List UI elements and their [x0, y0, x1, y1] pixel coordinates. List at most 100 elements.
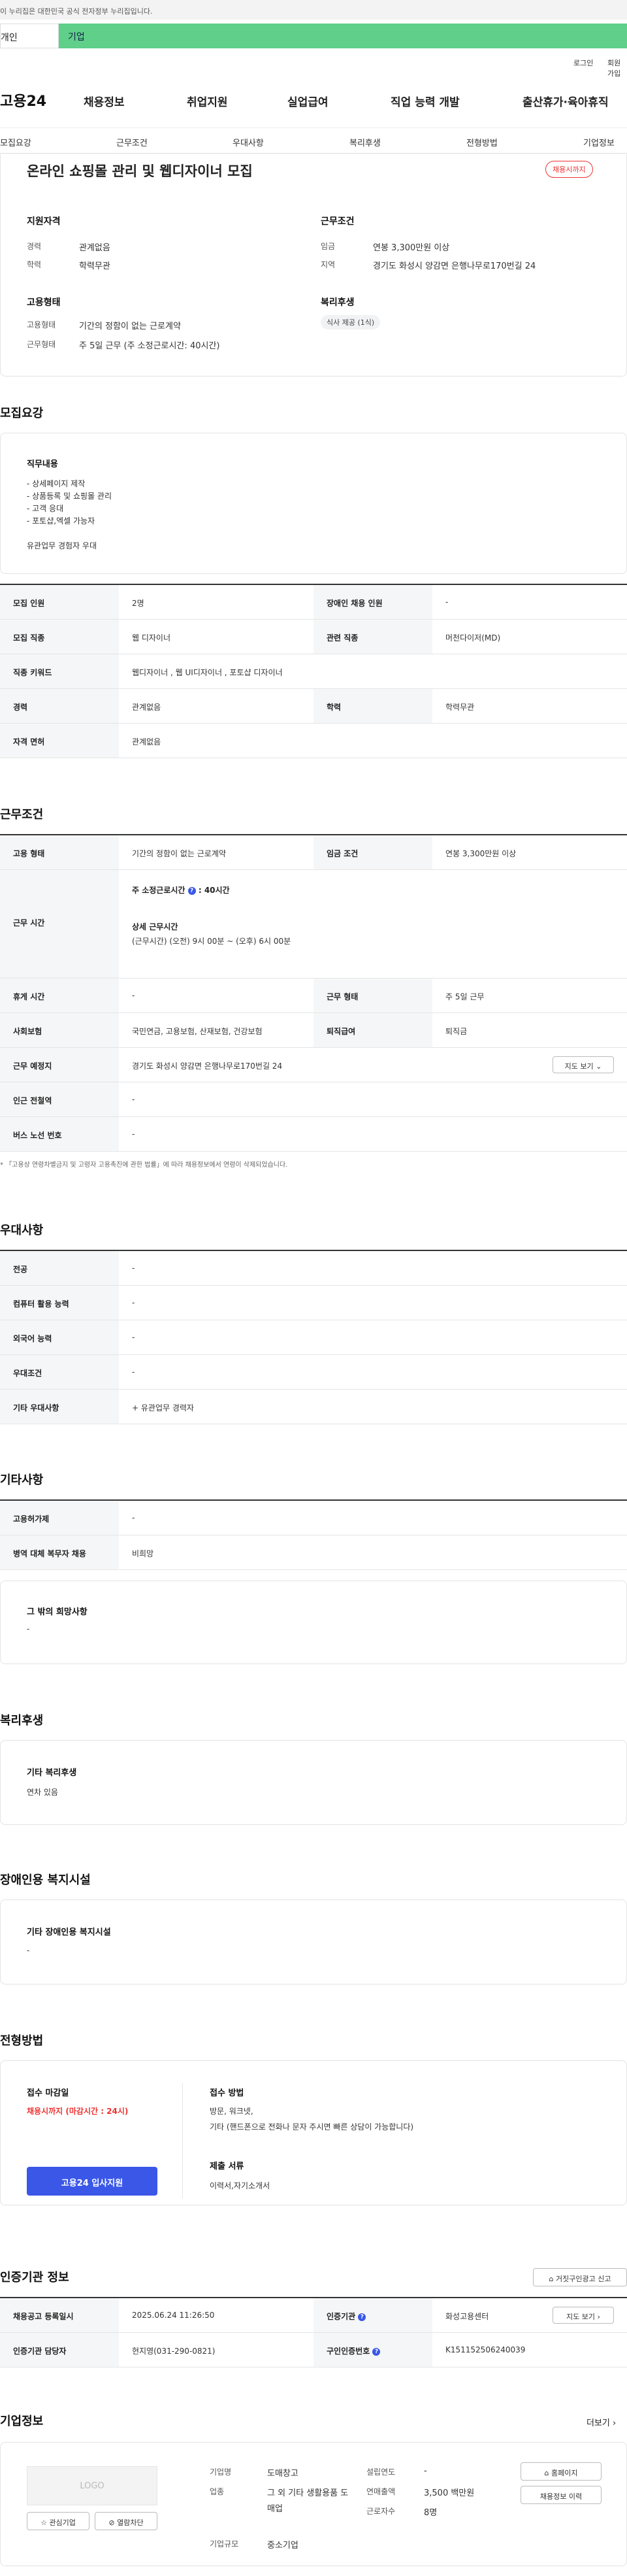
- help-icon[interactable]: ?: [358, 2313, 366, 2321]
- join-link[interactable]: 회원가입: [607, 58, 627, 78]
- help-icon[interactable]: ?: [372, 2347, 381, 2356]
- industry-value: 그 외 기타 생활용품 도매업: [267, 2488, 349, 2514]
- snb-recruit[interactable]: 모집요강: [0, 136, 31, 148]
- th: 우대조건: [0, 1355, 119, 1389]
- emp-title: 고용형태: [27, 297, 61, 308]
- tab-company[interactable]: 기업: [59, 24, 627, 48]
- recruit-heading: 모집요강: [0, 407, 44, 420]
- wage-label: 임금: [321, 242, 336, 251]
- td: 웹 디자이너: [132, 633, 171, 643]
- hours-main-value: : 40시간: [198, 886, 230, 895]
- gov-notice-text: 이 누리집은 대한민국 공식 전자정부 누리집입니다.: [0, 7, 153, 16]
- job-desc-title: 직무내용: [27, 460, 58, 469]
- block-label: 열람차단: [117, 2518, 144, 2527]
- apply-button[interactable]: 고용24 입사지원: [27, 2167, 157, 2196]
- size-label: 기업규모: [210, 2539, 239, 2549]
- block-button[interactable]: ⊘ 열람차단: [95, 2512, 157, 2530]
- conditions-table: 고용 형태 기간의 정함이 없는 근로계약 임금 조건 연봉 3,300만원 이…: [0, 834, 627, 1152]
- td: -: [132, 1513, 135, 1522]
- job-line: - 고객 응대: [27, 504, 64, 513]
- block-icon: ⊘: [108, 2518, 115, 2527]
- favorite-button[interactable]: ☆ 관심기업: [27, 2512, 89, 2530]
- th: 자격 면허: [0, 724, 119, 758]
- welfare-title: 복리후생: [321, 297, 355, 308]
- chevron-right-icon: ›: [597, 2313, 600, 2321]
- snb-company[interactable]: 기업정보: [583, 136, 615, 148]
- career-value: 관계없음: [79, 243, 110, 253]
- report-button[interactable]: ⌂ 거짓구인광고 신고: [533, 2268, 627, 2286]
- th: 인근 전철역: [0, 1082, 119, 1116]
- disabled-card: 기타 장애인용 복지시설 -: [0, 1899, 627, 1984]
- tab-individual[interactable]: 개인: [0, 24, 59, 48]
- th: 고용허가제: [0, 1501, 119, 1535]
- td: K151152506240039: [445, 2345, 526, 2354]
- help-icon[interactable]: ?: [187, 886, 196, 895]
- td: 비희망: [132, 1549, 154, 1558]
- agency-table: 채용공고 등록일시 2025.06.24 11:26:50 인증기관 ? 화성고…: [0, 2297, 627, 2367]
- agency-map-button[interactable]: 지도 보기 ›: [553, 2307, 614, 2324]
- gnb-unemployment-benefit[interactable]: 실업급여: [287, 93, 329, 109]
- td: 경기도 화성시 양감면 은행나무로170번길 24: [132, 1062, 283, 1071]
- method-2: 기타 (핸드폰으로 전화나 문자 주시면 빠른 상담이 가능합니다): [210, 2122, 414, 2132]
- age-note-text: 「고용상 연령차별금지 및 고령자 고용촉진에 관한 법률」에 따라 채용정보에…: [5, 1162, 288, 1169]
- docs-value: 이력서,자기소개서: [210, 2181, 270, 2190]
- divider: [182, 2083, 183, 2198]
- td: -: [445, 597, 449, 607]
- history-button[interactable]: 채용정보 이력: [521, 2486, 602, 2504]
- th: 전공: [0, 1251, 119, 1285]
- map-button[interactable]: 지도 보기 ⌄: [553, 1056, 614, 1073]
- method-1: 방문, 워크넷,: [210, 2107, 253, 2116]
- org-label: 인증기관: [327, 2312, 356, 2321]
- gov-notice-bar: 이 누리집은 대한민국 공식 전자정부 누리집입니다.: [0, 0, 627, 20]
- hours-detail: (근무시간) (오전) 9시 00분 ~ (오후) 6시 00분: [132, 937, 291, 946]
- map-button-label: 지도 보기: [564, 1062, 594, 1071]
- th: 모집 인원: [0, 585, 119, 619]
- gnb-employment-support[interactable]: 취업지원: [187, 93, 228, 109]
- th: 버스 노선 번호: [0, 1117, 119, 1151]
- docs-title: 제출 서류: [210, 2162, 244, 2171]
- more-label: 더보기: [587, 2418, 610, 2428]
- td: + 유관업무 경력자: [132, 1403, 194, 1413]
- more-link[interactable]: 더보기 ›: [587, 2416, 616, 2428]
- td: 머천다이저(MD): [445, 633, 501, 643]
- job-line: 유관업무 경험자 우대: [27, 541, 97, 550]
- td: 주 5일 근무: [445, 992, 485, 1001]
- td: 학력무관: [445, 703, 475, 712]
- gnb-jobs[interactable]: 채용정보: [84, 93, 125, 109]
- sales-value: 3,500 백만원: [424, 2488, 475, 2498]
- td: -: [132, 1129, 135, 1139]
- deadline-title: 접수 마감일: [27, 2088, 69, 2098]
- gnb-training[interactable]: 직업 능력 개발: [391, 93, 460, 109]
- td: 화성고용센터: [445, 2312, 489, 2321]
- disabled-card-title: 기타 장애인용 복지시설: [27, 1928, 111, 1937]
- td: 관계없음: [132, 737, 161, 746]
- welfare-card: 기타 복리후생 연차 있음: [0, 1740, 627, 1825]
- snb-prefer[interactable]: 우대사항: [233, 136, 264, 148]
- site-logo[interactable]: 고용24: [0, 90, 46, 110]
- td: -: [132, 1298, 135, 1307]
- th: 구인인증번호 ?: [314, 2333, 432, 2367]
- snb-process[interactable]: 전형방법: [466, 136, 498, 148]
- td: -: [132, 991, 135, 1000]
- homepage-label: 홈페이지: [551, 2469, 578, 2477]
- deadline-badge: 채용시까지: [545, 161, 593, 178]
- login-link[interactable]: 로그인: [573, 58, 593, 68]
- snb-welfare[interactable]: 복리후생: [349, 136, 381, 148]
- company-heading: 기업정보: [0, 2415, 44, 2428]
- disabled-heading: 장애인용 복지시설: [0, 1873, 91, 1887]
- td: 국민연금, 고용보험, 산재보험, 건강보험: [132, 1027, 263, 1036]
- qual-title: 지원자격: [27, 216, 61, 227]
- job-line: - 상품등록 및 쇼핑몰 관리: [27, 492, 112, 501]
- td: -: [132, 1333, 135, 1342]
- year-value: -: [424, 2466, 427, 2476]
- agency-heading: 인증기관 정보: [0, 2271, 69, 2284]
- homepage-button[interactable]: ⌂ 홈페이지: [521, 2462, 602, 2481]
- job-line: - 상세페이지 제작: [27, 479, 86, 488]
- summary-card: 온라인 쇼핑몰 관리 및 웹디자이너 모집 채용시까지 지원자격 경력 관계없음…: [0, 154, 627, 376]
- sales-label: 연매출액: [366, 2487, 396, 2496]
- name-value: 도매창고: [267, 2469, 298, 2479]
- td: 2명: [132, 599, 144, 608]
- snb-conditions[interactable]: 근무조건: [116, 136, 148, 148]
- th: 컴퓨터 활용 능력: [0, 1286, 119, 1320]
- gnb-parental-leave[interactable]: 출산휴가·육아휴직: [522, 93, 609, 109]
